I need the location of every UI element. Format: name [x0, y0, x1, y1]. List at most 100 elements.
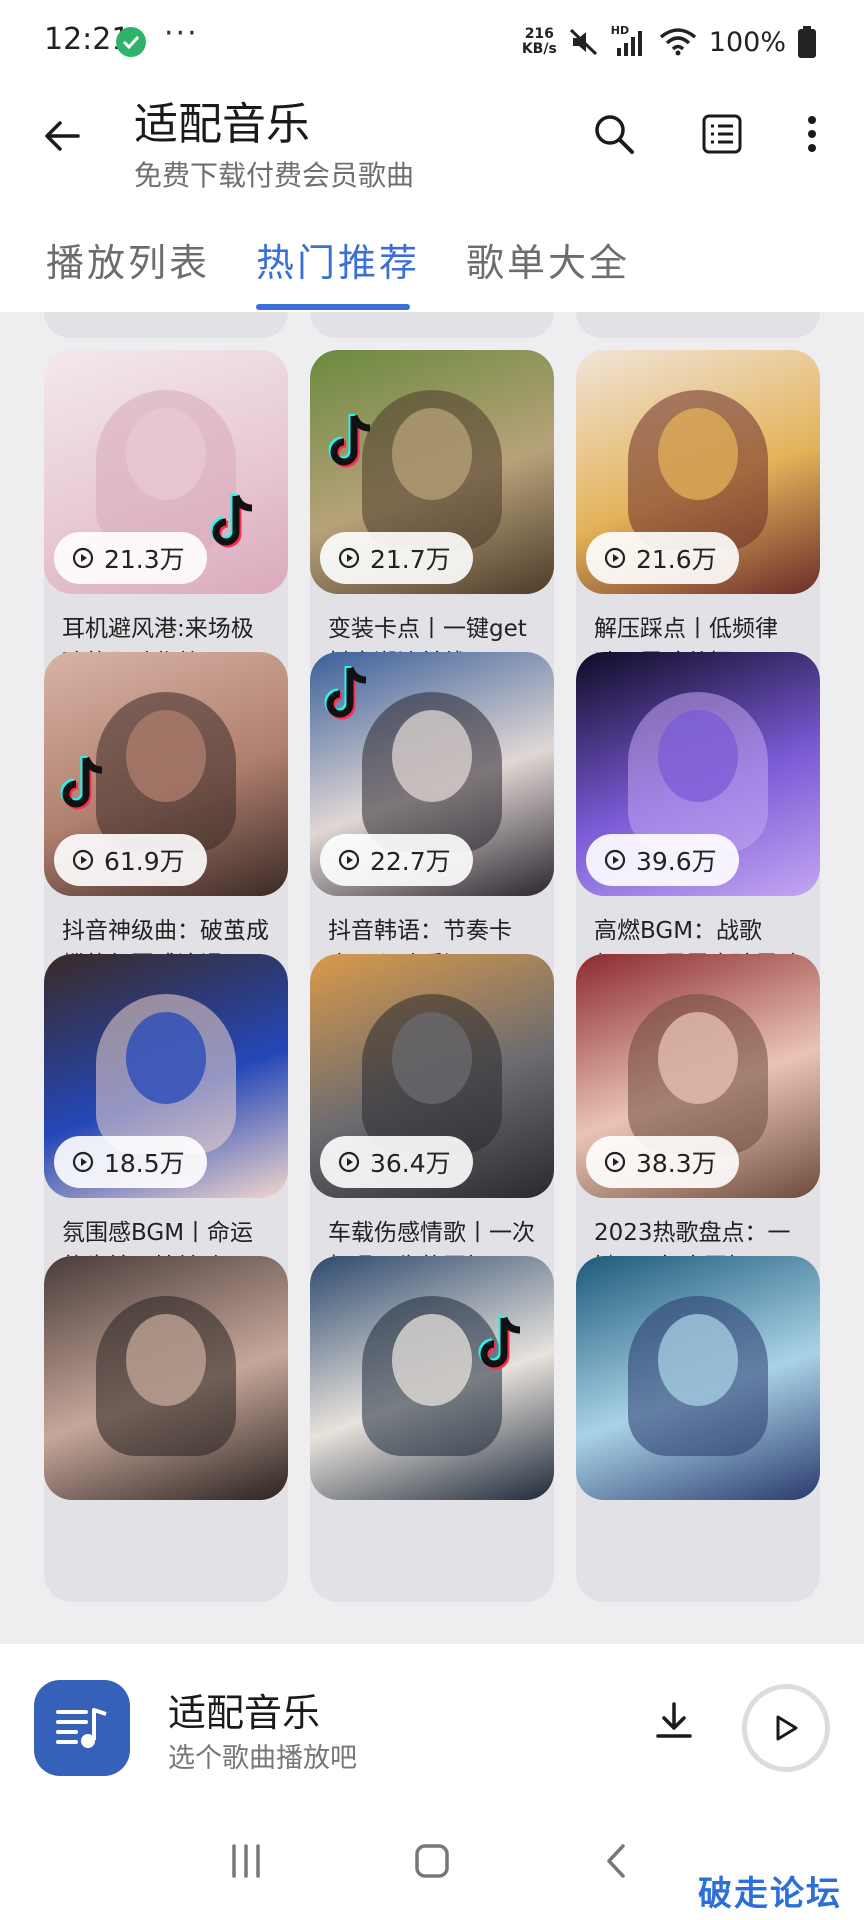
playlist-cover-image[interactable]: 18.5万	[44, 954, 288, 1198]
play-circle-icon	[338, 1151, 360, 1173]
status-bar: 12:21 ··· 216 KB/s HD 100%	[0, 0, 864, 84]
more-options-button[interactable]	[784, 106, 840, 162]
playlist-cover-image[interactable]	[576, 1256, 820, 1500]
play-count: 39.6万	[636, 847, 717, 876]
playlist-cover-image[interactable]: 21.3万	[44, 350, 288, 594]
playlist-cover-image[interactable]: 36.4万	[310, 954, 554, 1198]
play-count-badge: 39.6万	[586, 834, 739, 886]
back-arrow-icon	[45, 121, 80, 151]
cover-figure-head	[658, 710, 738, 802]
tab-hot-recommend[interactable]: 热门推荐	[256, 232, 420, 287]
page-subtitle: 免费下载付费会员歌曲	[134, 159, 415, 192]
tiktok-logo-icon	[60, 756, 103, 810]
play-circle-icon	[72, 547, 94, 569]
tab-bar: 播放列表 热门推荐 歌单大全	[0, 232, 864, 312]
active-tab-indicator	[256, 304, 410, 310]
back-button[interactable]	[40, 114, 84, 158]
play-count: 22.7万	[370, 847, 451, 876]
download-icon	[656, 1702, 692, 1738]
play-count: 21.6万	[636, 545, 717, 574]
play-button[interactable]	[742, 1684, 830, 1772]
play-count-badge: 61.9万	[54, 834, 207, 886]
tab-playlist-collection[interactable]: 歌单大全	[466, 232, 630, 287]
play-count-badge: 21.7万	[320, 532, 473, 584]
playlist-card[interactable]: 39.6万高燃BGM：战歌起，以雷霆击碎黑暗	[576, 652, 820, 998]
tab-playlist[interactable]: 播放列表	[46, 232, 210, 287]
recent-apps-button[interactable]	[216, 1836, 276, 1886]
system-nav-bar: 破走论坛	[0, 1802, 864, 1920]
download-button[interactable]	[652, 1700, 704, 1752]
playlist-card[interactable]: 21.3万耳机避风港:来场极致的心动作战	[44, 350, 288, 696]
cover-figure-head	[392, 1012, 472, 1104]
battery-icon	[798, 26, 816, 58]
wifi-icon	[659, 28, 696, 56]
playlist-card[interactable]	[44, 1256, 288, 1602]
list-icon	[702, 114, 742, 154]
play-count: 38.3万	[636, 1149, 717, 1178]
cover-figure-head	[126, 1012, 206, 1104]
status-indicators: 216 KB/s HD 100%	[522, 22, 816, 62]
playlist-cover-image[interactable]: 21.7万	[310, 350, 554, 594]
play-count: 36.4万	[370, 1149, 451, 1178]
playlist-card[interactable]	[576, 1256, 820, 1602]
nav-back-button[interactable]	[586, 1836, 646, 1886]
play-icon	[776, 1715, 798, 1741]
play-count-badge: 36.4万	[320, 1136, 473, 1188]
playlist-cover-image[interactable]: 22.7万	[310, 652, 554, 896]
tiktok-logo-icon	[324, 666, 367, 720]
playlist-music-icon	[56, 1708, 107, 1748]
playlist-cover-image[interactable]: 61.9万	[44, 652, 288, 896]
play-circle-icon	[604, 547, 626, 569]
play-count-badge: 22.7万	[320, 834, 473, 886]
tiktok-logo-icon	[478, 1316, 521, 1370]
playlist-card[interactable]: 61.9万抖音神级曲：破茧成蝶的氛围感浪漫	[44, 652, 288, 998]
playlist-cover-image[interactable]: 21.6万	[576, 350, 820, 594]
signal-icon: HD	[611, 24, 647, 58]
playlist-cover-image[interactable]	[310, 1256, 554, 1500]
cover-figure-head	[126, 710, 206, 802]
cover-figure-head	[658, 1012, 738, 1104]
battery-level: 100%	[708, 26, 786, 58]
net-speed-unit: KB/s	[521, 41, 557, 57]
mute-icon	[569, 28, 597, 56]
play-count: 61.9万	[104, 847, 185, 876]
play-circle-icon	[338, 849, 360, 871]
play-count-badge: 18.5万	[54, 1136, 207, 1188]
playlist-cover-image[interactable]: 38.3万	[576, 954, 820, 1198]
tiktok-logo-icon	[328, 414, 371, 468]
search-icon	[595, 115, 634, 154]
playlist-cover-image[interactable]: 39.6万	[576, 652, 820, 896]
playlist-card[interactable]: 21.6万解压踩点丨低频律动，灵魂共振	[576, 350, 820, 696]
list-button[interactable]	[694, 106, 750, 162]
player-cover[interactable]	[34, 1680, 130, 1776]
play-circle-icon	[338, 547, 360, 569]
nav-back-icon	[607, 1844, 625, 1878]
playlist-card[interactable]	[310, 1256, 554, 1602]
playlist-card[interactable]: 18.5万氛围感BGM丨命运的齿轮开始转动	[44, 954, 288, 1300]
previous-row-card	[310, 312, 554, 338]
play-circle-icon	[72, 1151, 94, 1173]
cover-figure-head	[658, 408, 738, 500]
playlist-card[interactable]: 38.3万2023热歌盘点：一键Get年度回忆	[576, 954, 820, 1300]
playlist-card[interactable]: 36.4万车载伤感情歌丨一次相遇一生的回忆	[310, 954, 554, 1300]
net-speed-value: 216	[524, 26, 554, 42]
home-icon	[415, 1844, 449, 1878]
home-button[interactable]	[402, 1836, 462, 1886]
app-bar: 适配音乐 免费下载付费会员歌曲	[0, 84, 864, 204]
mini-player[interactable]: 适配音乐 选个歌曲播放吧	[0, 1644, 864, 1802]
search-button[interactable]	[586, 106, 642, 162]
cover-figure-head	[392, 408, 472, 500]
playlist-card[interactable]: 21.7万变装卡点丨一键get抖音潮流前线	[310, 350, 554, 696]
cover-figure-head	[126, 1314, 206, 1406]
watermark: 破走论坛	[698, 1874, 842, 1914]
shield-check-icon	[116, 27, 146, 57]
cover-figure-head	[392, 710, 472, 802]
playlist-grid-container[interactable]: 21.3万耳机避风港:来场极致的心动作战21.7万变装卡点丨一键get抖音潮流前…	[0, 312, 864, 1644]
play-circle-icon	[604, 1151, 626, 1173]
net-speed: 216 KB/s	[522, 27, 557, 57]
playlist-card[interactable]: 22.7万抖音韩语：节奏卡点，心动瞬间	[310, 652, 554, 998]
playlist-cover-image[interactable]	[44, 1256, 288, 1500]
cover-figure-head	[126, 408, 206, 500]
play-count: 21.7万	[370, 545, 451, 574]
play-count-badge: 21.6万	[586, 532, 739, 584]
